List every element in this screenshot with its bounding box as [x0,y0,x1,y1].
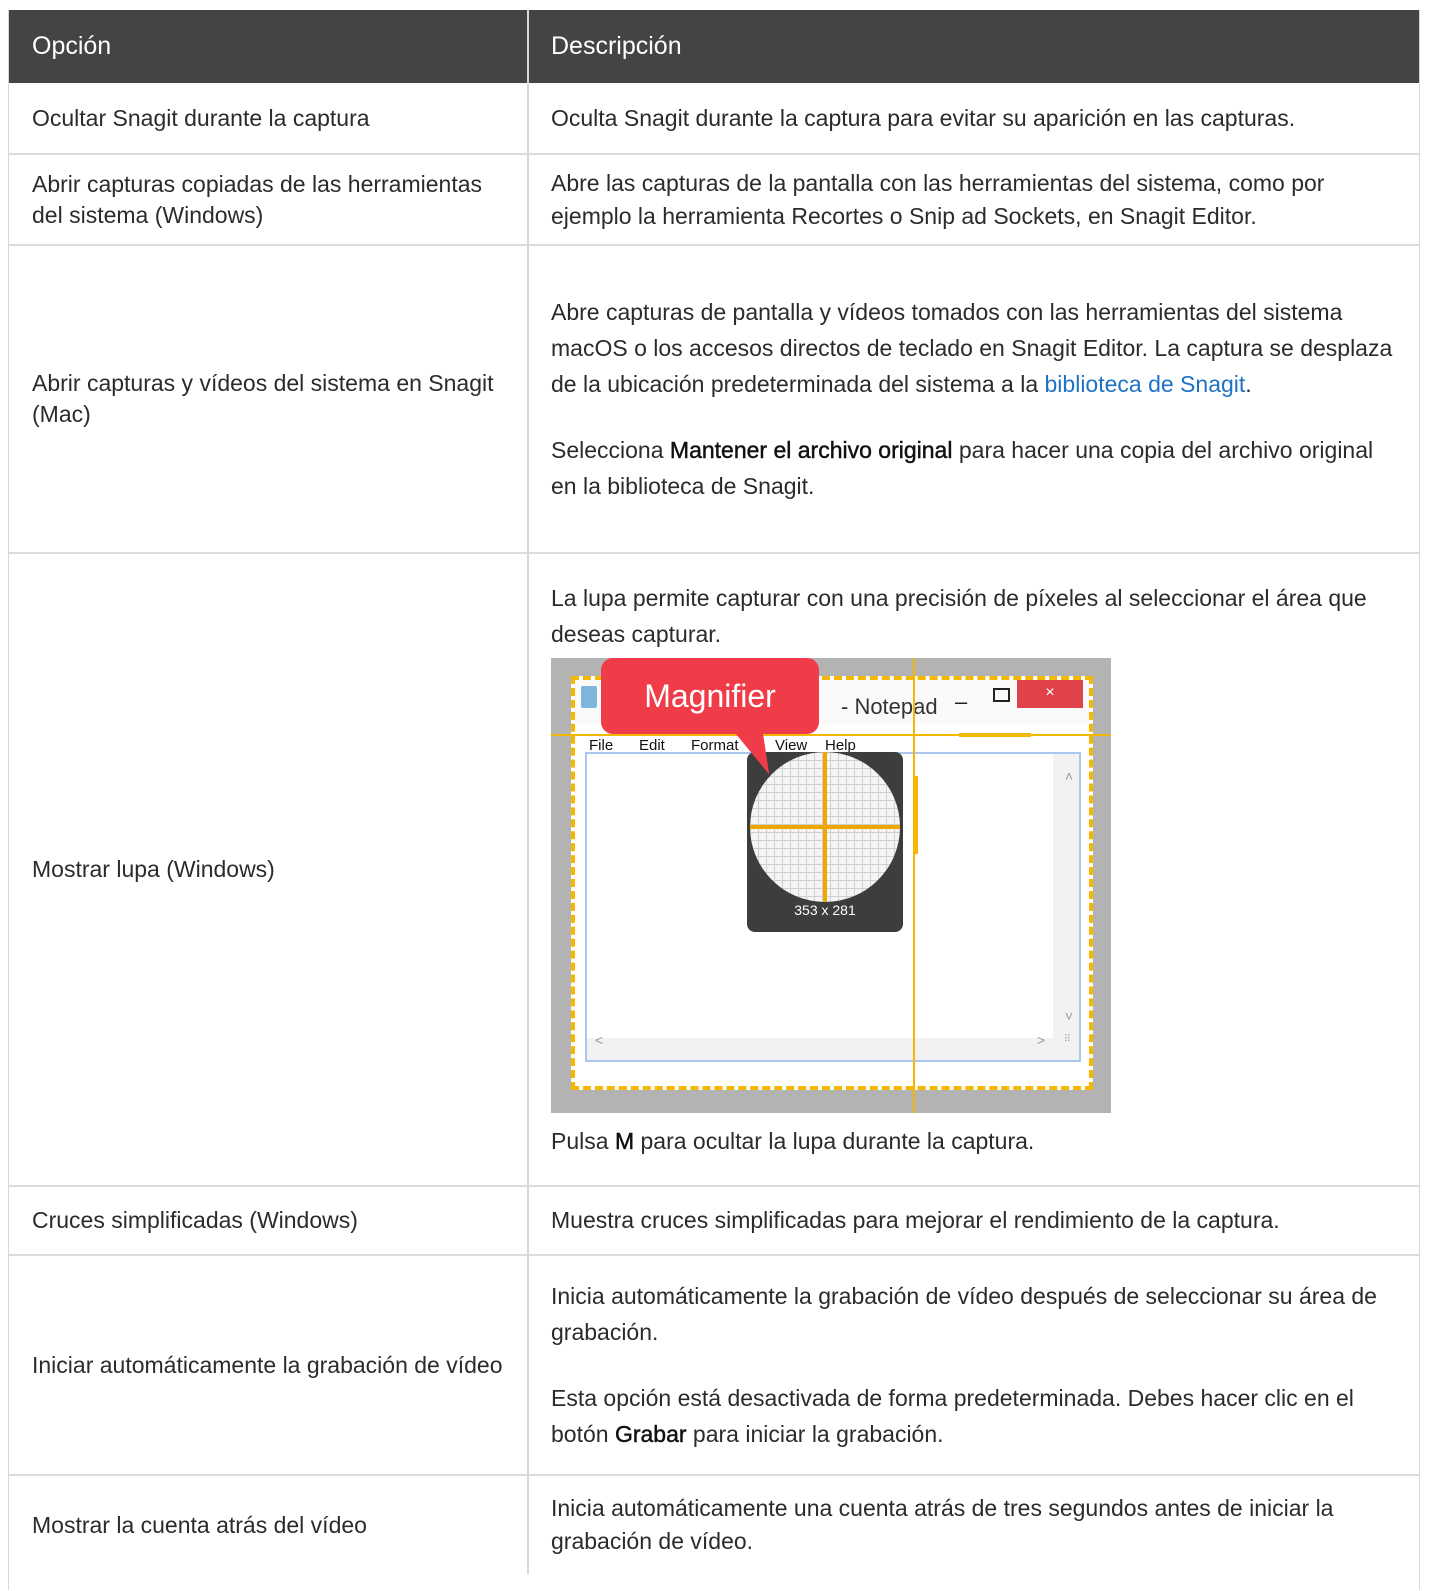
description-paragraph: Selecciona Mantener el archivo original … [551,432,1403,504]
option-cell: Abrir capturas copiadas de las herramien… [9,155,529,244]
description-paragraph: Inicia automáticamente la grabación de v… [551,1283,1377,1345]
magnifier-screenshot: - Notepad – × File Edit Format View Help [551,658,1111,1113]
scroll-left-icon: < [595,1032,604,1048]
keep-original-label: Mantener el archivo original [669,437,953,463]
window-title: - Notepad [841,694,938,719]
description-text: Abre capturas de pantalla y vídeos tomad… [551,299,1393,397]
description-cell: Inicia automáticamente una cuenta atrás … [551,1495,1334,1554]
magnifier-lens [750,752,900,902]
option-cell: Iniciar automáticamente la grabación de … [9,1256,529,1474]
description-paragraph: Abre capturas de pantalla y vídeos tomad… [551,294,1403,402]
option-cell: Mostrar lupa (Windows) [9,554,529,1185]
table-row: Ocultar Snagit durante la captura Oculta… [9,83,1419,155]
close-icon: × [1017,680,1083,708]
description-cell: Muestra cruces simplificadas para mejora… [551,1207,1280,1233]
option-cell: Abrir capturas y vídeos del sistema en S… [9,246,529,552]
magnifier-callout: Magnifier [601,658,819,734]
minimize-icon: – [955,689,968,714]
option-cell: Cruces simplificadas (Windows) [9,1187,529,1254]
description-text: Selecciona [551,437,670,463]
description-paragraph: Pulsa M para ocultar la lupa durante la … [551,1123,1403,1159]
record-button-label: Grabar [614,1421,687,1447]
description-cell: Abre las capturas de la pantalla con las… [551,169,1325,229]
crosshair-marker [959,733,1031,737]
size-readout: 353 x 281 [794,902,856,918]
table-row: Abrir capturas y vídeos del sistema en S… [9,246,1419,554]
key-m: M [614,1128,635,1154]
notepad-icon [581,686,597,708]
maximize-icon [993,688,1010,702]
description-text: Pulsa [551,1128,615,1154]
description-paragraph: Esta opción está desactivada de forma pr… [551,1380,1403,1452]
option-cell: Ocultar Snagit durante la captura [9,83,529,153]
library-link[interactable]: biblioteca de Snagit [1045,371,1246,397]
description-paragraph: La lupa permite capturar con una precisi… [551,585,1367,647]
options-table: Opción Descripción Ocultar Snagit durant… [8,10,1420,1590]
crosshair-vertical [913,658,915,1113]
scroll-right-icon: > [1036,1032,1045,1048]
description-cell: Oculta Snagit durante la captura para ev… [551,104,1296,131]
crosshair-marker [913,776,918,854]
description-text: para iniciar la grabación. [686,1421,944,1447]
table-row: Iniciar automáticamente la grabación de … [9,1256,1419,1476]
table-row: Mostrar lupa (Windows) La lupa permite c… [9,554,1419,1187]
description-text: para ocultar la lupa durante la captura. [634,1128,1035,1154]
horizontal-scrollbar [587,1038,1053,1060]
magnifier-loupe: 353 x 281 [747,752,903,932]
header-description: Descripción [551,32,682,60]
description-text: . [1245,371,1252,397]
header-option: Opción [9,10,529,83]
resize-grip-icon: ⠿ [1063,1034,1071,1045]
scroll-up-icon: ˄ [1064,768,1073,784]
table-row: Cruces simplificadas (Windows) Muestra c… [9,1187,1419,1256]
table-row: Abrir capturas copiadas de las herramien… [9,155,1419,246]
table-header: Opción Descripción [9,10,1419,83]
option-cell: Mostrar la cuenta atrás del vídeo [9,1476,529,1574]
table-row: Mostrar la cuenta atrás del vídeo Inicia… [9,1476,1419,1574]
